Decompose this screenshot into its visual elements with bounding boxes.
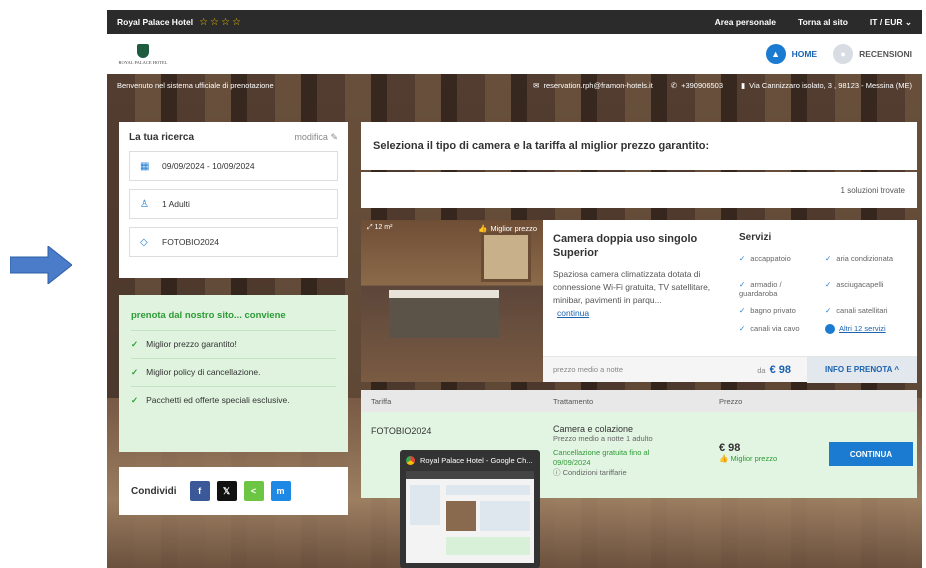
welcome-bar: Benvenuto nel sistema ufficiale di preno… — [117, 80, 912, 90]
search-summary: La tua ricerca modifica ✎ ▦ 09/09/2024 -… — [119, 122, 348, 278]
chrome-icon — [406, 456, 415, 465]
user-icon: ♙ — [140, 198, 149, 210]
thumbs-up-icon: 👍 — [477, 224, 488, 233]
thumbs-up-icon: 👍 — [719, 454, 731, 463]
room-description: Spaziosa camera climatizzata dotata di c… — [553, 269, 711, 318]
service-item: ✓ bagno privato — [739, 306, 796, 315]
read-more-link[interactable]: continua — [557, 308, 589, 318]
check-icon: ✓ — [739, 324, 746, 333]
facebook-share-button[interactable]: f — [189, 481, 210, 501]
edit-icon: ✎ — [330, 132, 338, 142]
benefit-item: ✓ Miglior prezzo garantito! — [131, 330, 336, 350]
map-icon: ▮ — [741, 80, 746, 90]
calendar-icon: ▦ — [140, 160, 150, 172]
promo-code-field[interactable]: ◇ FOTOBIO2024 — [129, 227, 338, 257]
service-item: ✓ armadio / guardaroba — [739, 280, 782, 298]
check-icon: ✓ — [131, 395, 139, 405]
services-title: Servizi — [739, 232, 772, 243]
rates-table-header: Tariffa Trattamento Prezzo — [361, 390, 917, 412]
results-count: 1 soluzioni trovate — [361, 172, 917, 208]
crest-icon — [137, 43, 149, 58]
hotel-name: Royal Palace Hotel — [117, 17, 194, 27]
book-direct-title: prenota dal nostro sito... conviene — [131, 310, 286, 321]
check-icon: ✓ — [825, 306, 832, 315]
service-item: ✓ canali satellitari — [825, 306, 888, 315]
guests-field[interactable]: ♙ 1 Adulti — [129, 189, 338, 219]
email-contact[interactable]: ✉ reservation.rph@framon-hotels.it — [533, 81, 653, 90]
room-size: ⤢ 12 m² — [367, 224, 393, 231]
more-services-icon — [825, 324, 835, 335]
more-services-link[interactable]: Altri 12 servizi — [825, 324, 915, 335]
from-price: da € 98 — [757, 363, 791, 376]
mail-icon: ✉ — [533, 80, 540, 90]
service-item: ✓ asciugacapelli — [825, 280, 884, 289]
top-bar: Royal Palace Hotel ☆☆☆☆ Area personale T… — [107, 10, 922, 34]
check-icon: ✓ — [825, 280, 832, 289]
service-item: ✓ accappatoio — [739, 254, 791, 263]
service-item: ✓ aria condizionata — [825, 254, 894, 263]
main-nav: ROYAL PALACE HOTEL ▲ HOME ● RECENSIONI — [107, 34, 922, 74]
phone-contact[interactable]: ✆ +390906503 — [671, 81, 723, 90]
nav-reviews[interactable]: ● RECENSIONI — [833, 44, 912, 64]
room-photo[interactable]: ⤢ 12 m² 👍 Miglior prezzo — [361, 220, 543, 382]
star-rating-icon: ☆☆☆☆ — [199, 16, 243, 28]
continue-button[interactable]: CONTINUA — [829, 442, 913, 466]
tag-icon: ◇ — [140, 236, 148, 248]
check-icon: ✓ — [739, 254, 746, 263]
hotel-logo[interactable]: ROYAL PALACE HOTEL — [117, 43, 169, 65]
expand-icon: ⤢ — [367, 224, 375, 231]
rate-treatment: Camera e colazione Prezzo medio a notte … — [553, 424, 653, 478]
service-item: ✓ canali via cavo — [739, 324, 800, 333]
edit-search-link[interactable]: modifica ✎ — [294, 132, 338, 143]
check-icon: ✓ — [131, 339, 139, 349]
check-icon: ✓ — [739, 280, 746, 289]
results-heading: Seleziona il tipo di camera e la tariffa… — [361, 122, 917, 170]
avg-price-label: prezzo medio a notte — [553, 365, 624, 374]
rate-name: FOTOBIO2024 — [371, 426, 432, 436]
best-price-badge: 👍 Miglior prezzo — [477, 224, 537, 233]
check-icon: ✓ — [825, 254, 832, 263]
back-to-site-link[interactable]: Torna al sito — [798, 17, 848, 28]
reviews-icon: ● — [833, 44, 854, 64]
pointer-arrow-icon — [10, 246, 72, 284]
search-title: La tua ricerca — [129, 132, 195, 143]
phone-icon: ✆ — [670, 80, 678, 90]
browser-viewport: Royal Palace Hotel ☆☆☆☆ Area personale T… — [107, 10, 922, 568]
nav-home[interactable]: ▲ HOME — [765, 44, 817, 64]
home-icon: ▲ — [765, 44, 786, 64]
rate-conditions-link[interactable]: ⓘ Condizioni tariffarie — [553, 468, 653, 478]
taskbar-preview-popup[interactable]: Royal Palace Hotel - Google Ch... — [400, 450, 540, 568]
locale-selector[interactable]: IT / EUR ⌄ — [870, 17, 912, 28]
column-header: Trattamento — [553, 396, 594, 406]
rate-price: € 98 👍 Miglior prezzo — [719, 442, 778, 463]
dates-field[interactable]: ▦ 09/09/2024 - 10/09/2024 — [129, 151, 338, 181]
room-title: Camera doppia uso singolo Superior — [553, 233, 698, 259]
room-info: Camera doppia uso singolo Superior Spazi… — [543, 220, 917, 356]
book-direct-box: prenota dal nostro sito... conviene ✓ Mig… — [119, 295, 348, 452]
benefit-item: ✓ Miglior policy di cancellazione. — [131, 358, 336, 378]
info-book-toggle[interactable]: INFO E PRENOTA ^ — [807, 356, 917, 383]
personal-area-link[interactable]: Area personale — [715, 17, 776, 28]
free-cancellation: Cancellazione gratuita fino al 09/09/202… — [553, 448, 650, 467]
column-header: Prezzo — [719, 396, 743, 406]
share-box: Condividi f 𝕏 < m — [119, 467, 348, 515]
window-thumbnail — [406, 471, 534, 563]
generic-share-button[interactable]: < — [243, 481, 264, 501]
share-label: Condividi — [131, 485, 177, 497]
address-contact: ▮ Via Cannizzaro isolato, 3 , 98123 - Mes… — [741, 80, 912, 90]
benefit-item: ✓ Pacchetti ed offerte speciali esclusive… — [131, 386, 336, 406]
messenger-share-button[interactable]: m — [270, 481, 291, 501]
x-share-button[interactable]: 𝕏 — [216, 481, 237, 501]
check-icon: ✓ — [739, 306, 746, 315]
column-header: Tariffa — [371, 396, 392, 406]
check-icon: ✓ — [131, 367, 139, 377]
room-price-bar: prezzo medio a notte da € 98 INFO E PRENO… — [543, 356, 917, 383]
